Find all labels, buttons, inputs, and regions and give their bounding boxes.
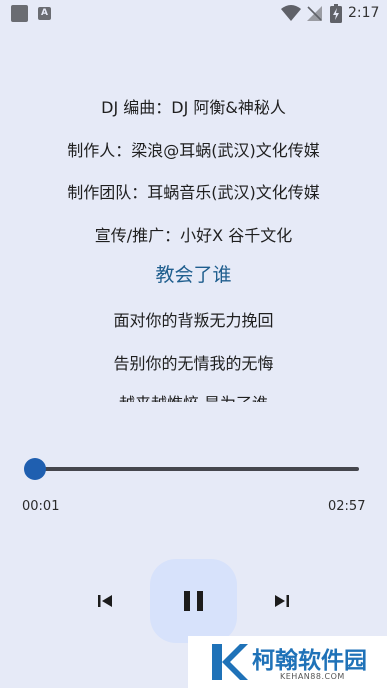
total-duration: 02:57 (328, 499, 366, 514)
skip-previous-icon (98, 595, 112, 607)
notification-square-icon (11, 5, 28, 22)
no-signal-icon (307, 6, 322, 21)
next-button[interactable] (271, 590, 293, 612)
clock: 2:17 (348, 5, 380, 21)
pause-button[interactable] (150, 559, 237, 643)
lyric-line: 制作人：梁浪@耳蜗(武汉)文化传媒 (67, 141, 320, 160)
status-bar: A 2:17 (0, 0, 387, 28)
watermark-subtitle: KEHAN88.COM (280, 672, 345, 681)
lyric-line-current: 教会了谁 (155, 264, 232, 286)
lyrics-panel[interactable]: DJ 编曲：DJ 阿衡&神秘人 制作人：梁浪@耳蜗(武汉)文化传媒 制作团队：耳… (0, 84, 387, 402)
lyric-line: DJ 编曲：DJ 阿衡&神秘人 (101, 98, 286, 117)
lyric-line: 告别你的无情我的无悔 (113, 354, 274, 373)
wifi-icon (281, 5, 301, 21)
a-badge-icon: A (38, 7, 51, 20)
watermark-title: 柯翰软件园 (252, 648, 367, 674)
kehan-logo-icon (212, 644, 248, 680)
seek-thumb[interactable] (23, 458, 46, 480)
pause-icon (184, 591, 203, 611)
seek-bar[interactable] (33, 467, 359, 471)
elapsed-time: 00:01 (22, 499, 60, 514)
lyric-line: 面对你的背叛无力挽回 (113, 311, 274, 330)
skip-next-icon (275, 595, 289, 607)
lyric-line: 宣传/推广：小好X 谷千文化 (94, 226, 293, 245)
battery-charging-icon (330, 4, 342, 23)
lyric-line: 制作团队：耳蜗音乐(武汉)文化传媒 (67, 183, 320, 202)
previous-button[interactable] (94, 590, 116, 612)
lyric-line: 越来越憔悴 是为了谁 (0, 390, 387, 402)
site-watermark: 柯翰软件园 KEHAN88.COM (188, 636, 387, 688)
